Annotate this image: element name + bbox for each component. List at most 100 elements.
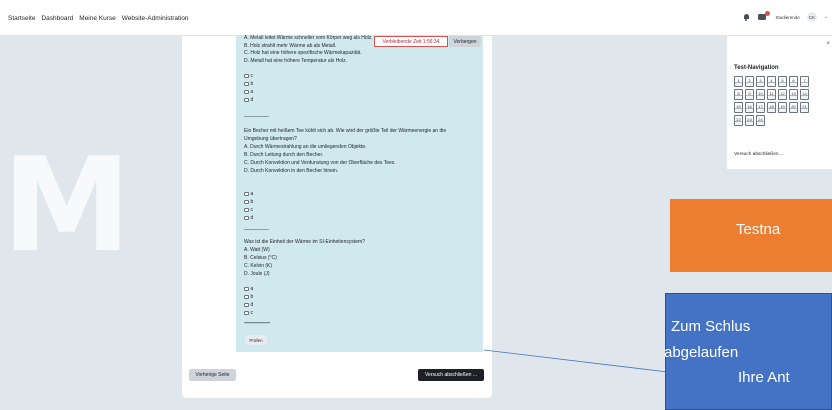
question-nav-button[interactable]: 13 — [789, 89, 798, 100]
previous-page-button[interactable]: Vorherige Seite — [189, 369, 236, 381]
option-label: a — [250, 89, 254, 95]
nav-link-dashboard[interactable]: Dashboard — [41, 15, 73, 22]
check-button[interactable]: Prüfen — [245, 335, 267, 345]
blue-callout: Zum Schlus abgelaufen Ihre Ant — [664, 293, 832, 410]
checkbox[interactable] — [244, 310, 249, 316]
nav-link-home[interactable]: Startseite — [8, 15, 35, 22]
question-nav-grid: 1 2 3 4 5 6 7 8 9 10 11 12 13 14 15 16 1… — [734, 76, 832, 128]
answer-option[interactable]: a — [244, 191, 253, 197]
checkbox[interactable] — [244, 302, 249, 308]
answer-option[interactable]: d — [244, 97, 253, 103]
question-nav-button[interactable]: 20 — [789, 102, 798, 113]
question-nav-button[interactable]: 16 — [745, 102, 754, 113]
finish-attempt-link[interactable]: Versuch abschließen ... — [734, 152, 784, 157]
question-area — [236, 36, 483, 352]
answer-option[interactable]: d — [244, 215, 253, 221]
checkbox[interactable] — [244, 81, 249, 87]
question-nav-button[interactable]: 9 — [745, 89, 754, 100]
question-text-line: D. Metall hat eine höhere Temperatur als… — [244, 57, 348, 64]
nav-row: 15 16 17 18 19 20 21 — [734, 102, 832, 113]
answer-option[interactable]: c — [244, 207, 253, 213]
callout-text: Testna — [736, 221, 781, 238]
separator-line: ------------------ — [244, 227, 269, 233]
question-text-line: Was ist die Einheit der Wärme im SI-Einh… — [244, 239, 365, 245]
question-nav-button[interactable]: 12 — [778, 89, 787, 100]
question-nav-button[interactable]: 10 — [756, 89, 765, 100]
drawer-title: Test-Navigation — [734, 65, 779, 71]
timer-display: Verbleibende Zeit 1:56:34 — [374, 36, 448, 47]
checkbox[interactable] — [244, 97, 249, 103]
callout-text: Ihre Ant — [738, 369, 790, 386]
nav-row: 8 9 10 11 12 13 14 — [734, 89, 832, 100]
question-nav-button[interactable]: 14 — [800, 89, 809, 100]
close-icon[interactable]: × — [826, 41, 830, 47]
chevron-down-icon[interactable]: ⌄ — [824, 14, 828, 20]
hide-timer-button[interactable]: Verbergen — [449, 36, 481, 47]
nav-row: 22 23 24 — [734, 115, 832, 126]
separator-line: ------------------ — [244, 114, 269, 120]
answer-option[interactable]: b — [244, 199, 253, 205]
checkbox[interactable] — [244, 294, 249, 300]
question-nav-button[interactable]: 1 — [734, 76, 743, 87]
question-nav-button[interactable]: 3 — [756, 76, 765, 87]
question-nav-button[interactable]: 24 — [756, 115, 765, 126]
question-text-line: C. Durch Konvektion und Verdunstung von … — [244, 160, 396, 166]
question-nav-button[interactable]: 11 — [767, 89, 776, 100]
separator-line: ------------------- — [244, 320, 270, 326]
background-letter: M — [2, 129, 132, 281]
question-nav-button[interactable]: 7 — [800, 76, 809, 87]
option-label: d — [250, 302, 254, 308]
option-label: d — [250, 97, 254, 103]
checkbox[interactable] — [244, 207, 249, 213]
nav-row: 1 2 3 4 5 6 7 — [734, 76, 832, 87]
callout-text: abgelaufen — [664, 344, 739, 361]
answer-option[interactable]: b — [244, 294, 253, 300]
answer-option[interactable]: c — [244, 310, 253, 316]
top-navbar: Startseite Dashboard Meine Kurse Website… — [0, 0, 832, 36]
avatar[interactable]: CK — [806, 12, 817, 22]
question-text-line: C. Holz hat eine höhere spezifische Wärm… — [244, 50, 362, 56]
question-text-line: Umgebung übertragen? — [244, 136, 297, 142]
question-text-line: D. Durch Konvektion in den Becher hinein… — [244, 168, 339, 174]
checkbox[interactable] — [244, 215, 249, 221]
question-text-line: A. Metall leitet Wärme schneller vom Kör… — [244, 35, 373, 41]
message-icon[interactable] — [757, 11, 770, 21]
answer-option[interactable]: a — [244, 89, 253, 95]
question-nav-button[interactable]: 4 — [767, 76, 776, 87]
question-nav-button[interactable]: 5 — [778, 76, 787, 87]
answer-option[interactable]: b — [244, 81, 253, 87]
question-nav-button[interactable]: 23 — [745, 115, 754, 126]
checkbox[interactable] — [244, 286, 249, 292]
checkbox[interactable] — [244, 73, 249, 79]
nav-link-my-courses[interactable]: Meine Kurse — [79, 15, 116, 22]
option-label: c — [250, 310, 254, 316]
question-nav-button[interactable]: 6 — [789, 76, 798, 87]
checkbox[interactable] — [244, 89, 249, 95]
answer-option[interactable]: d — [244, 302, 253, 308]
option-label: b — [250, 199, 254, 205]
checkbox[interactable] — [244, 199, 249, 205]
question-nav-button[interactable]: 8 — [734, 89, 743, 100]
question-nav-button[interactable]: 15 — [734, 102, 743, 113]
primary-nav: Startseite Dashboard Meine Kurse Website… — [8, 15, 189, 22]
answer-option[interactable]: c — [244, 73, 253, 79]
option-label: b — [250, 81, 254, 87]
option-label: c — [250, 207, 254, 213]
question-nav-button[interactable]: 2 — [745, 76, 754, 87]
question-text-line: D. Joule (J) — [244, 271, 270, 277]
finish-attempt-button[interactable]: Versuch abschließen ... — [418, 369, 484, 381]
user-menu-area: Studierende CK ⌄ — [742, 11, 828, 22]
user-role: Studierende — [775, 14, 800, 20]
question-nav-button[interactable]: 22 — [734, 115, 743, 126]
question-text-line: A. Watt (W) — [244, 247, 270, 253]
checkbox[interactable] — [244, 191, 249, 197]
question-text-line: B. Durch Leitung durch den Becher. — [244, 152, 324, 158]
nav-link-site-admin[interactable]: Website-Administration — [122, 15, 189, 22]
bell-icon[interactable] — [742, 13, 751, 22]
question-nav-button[interactable]: 17 — [756, 102, 765, 113]
question-nav-button[interactable]: 21 — [800, 102, 809, 113]
option-label: d — [250, 215, 254, 221]
question-nav-button[interactable]: 18 — [767, 102, 776, 113]
question-nav-button[interactable]: 19 — [778, 102, 787, 113]
answer-option[interactable]: a — [244, 286, 253, 292]
